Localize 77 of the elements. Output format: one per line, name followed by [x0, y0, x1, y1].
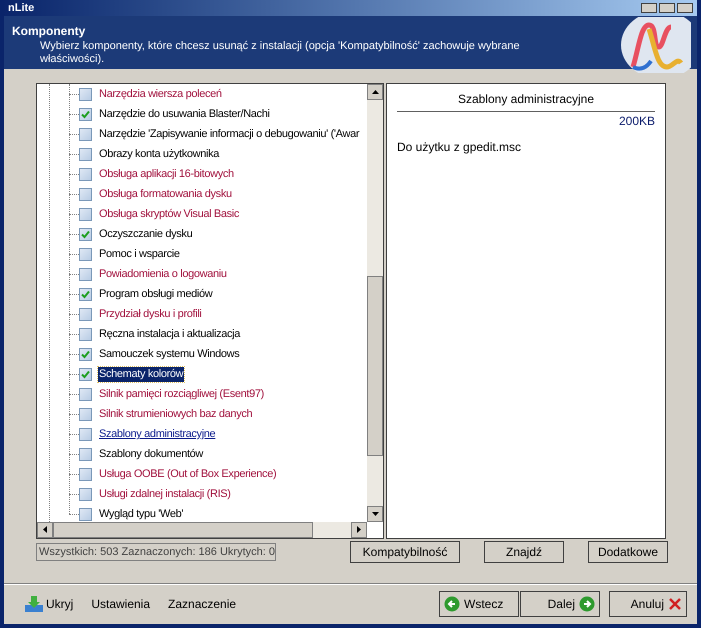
up-triangle-icon: [372, 90, 378, 94]
scroll-right-button[interactable]: [351, 522, 367, 538]
checkbox[interactable]: [79, 388, 92, 402]
nav-button[interactable]: Dalej: [520, 591, 600, 618]
status-text: Wszystkich: 503 Zaznaczonych: 186 Ukrytych: 0: [36, 542, 276, 561]
panel-button[interactable]: Kompatybilność: [350, 540, 460, 563]
tree-item[interactable]: Narzędzie do usuwania Blaster/Nachi: [98, 107, 271, 122]
checkbox[interactable]: [79, 508, 92, 522]
tree-item[interactable]: Samouczek systemu Windows: [98, 347, 240, 362]
checkbox[interactable]: [79, 108, 92, 122]
checkbox[interactable]: [79, 368, 92, 382]
close-button[interactable]: [677, 2, 693, 13]
tree-item[interactable]: Obsługa formatowania dysku: [98, 187, 233, 202]
tree-item[interactable]: Obsługa aplikacji 16-bitowych: [98, 167, 235, 182]
window-title: nLite: [8, 0, 34, 15]
description-text: Do użytku z gpedit.msc: [397, 138, 522, 156]
checkbox[interactable]: [79, 88, 92, 102]
tree-item[interactable]: Wygląd typu 'Web': [98, 507, 184, 522]
details-title: Szablony administracyjne: [397, 90, 655, 112]
checkbox[interactable]: [79, 248, 92, 262]
scroll-left-button[interactable]: [37, 522, 53, 538]
tree-item[interactable]: Oczyszczanie dysku: [98, 227, 194, 242]
size-label: 200KB: [618, 112, 655, 130]
maximize-button[interactable]: [659, 2, 675, 13]
checkbox[interactable]: [79, 148, 92, 162]
tree-item[interactable]: Powiadomienia o logowaniu: [98, 267, 228, 282]
tree-item[interactable]: Program obsługi mediów: [98, 287, 214, 302]
checkbox[interactable]: [79, 408, 92, 422]
tree-item[interactable]: Obsługa skryptów Visual Basic: [98, 207, 240, 222]
checkbox[interactable]: [79, 128, 92, 142]
nav-button[interactable]: Wstecz: [439, 591, 519, 618]
tree-item[interactable]: Obrazy konta użytkownika: [98, 147, 220, 162]
right-triangle-icon: [357, 526, 361, 534]
header-title: Komponenty: [12, 22, 86, 40]
checkbox[interactable]: [79, 448, 92, 462]
footer-link[interactable]: Ukryj: [24, 595, 74, 614]
checkbox[interactable]: [79, 328, 92, 342]
tree-item[interactable]: Narzędzia wiersza poleceń: [98, 87, 223, 102]
checkbox[interactable]: [79, 228, 92, 242]
tree-item[interactable]: Silnik pamięci rozciągliwej (Esent97): [98, 387, 265, 402]
checkbox[interactable]: [79, 468, 92, 482]
footer-link[interactable]: Zaznaczenie: [168, 595, 236, 614]
footer-link[interactable]: Ustawienia: [91, 595, 150, 614]
checkbox[interactable]: [79, 288, 92, 302]
panel-button[interactable]: Dodatkowe: [588, 540, 668, 563]
checkbox[interactable]: [79, 488, 92, 502]
panel-button[interactable]: Znajdź: [484, 540, 564, 563]
scroll-up-button[interactable]: [367, 84, 383, 100]
checkbox[interactable]: [79, 348, 92, 362]
checkbox[interactable]: [79, 188, 92, 202]
tree-item[interactable]: Pomoc i wsparcie: [98, 247, 181, 262]
left-triangle-icon: [43, 526, 47, 534]
minimize-button[interactable]: [641, 2, 657, 13]
tree-item[interactable]: Przydział dysku i profili: [98, 307, 203, 322]
download-icon: [24, 595, 44, 614]
close-icon: [668, 597, 682, 612]
scroll-thumb[interactable]: [367, 276, 383, 456]
tree-item[interactable]: Szablony administracyjne: [98, 427, 216, 442]
checkbox[interactable]: [79, 308, 92, 322]
scroll-thumb[interactable]: [53, 522, 313, 538]
tree-item[interactable]: Szablony dokumentów: [98, 447, 204, 462]
nav-button[interactable]: Anuluj: [609, 591, 687, 618]
tree-item[interactable]: Ręczna instalacja i aktualizacja: [98, 327, 242, 342]
checkbox[interactable]: [79, 168, 92, 182]
tree-item[interactable]: Usługa OOBE (Out of Box Experience): [98, 467, 278, 482]
down-triangle-icon: [372, 512, 378, 516]
tree-item[interactable]: Usługi zdalnej instalacji (RIS): [98, 487, 232, 502]
checkbox[interactable]: [79, 268, 92, 282]
tree-item[interactable]: Schematy kolorów: [98, 367, 184, 382]
scroll-down-button[interactable]: [367, 506, 383, 522]
tree-item[interactable]: Silnik strumieniowych baz danych: [98, 407, 254, 422]
checkbox[interactable]: [79, 428, 92, 442]
tree-item[interactable]: Narzędzie 'Zapisywanie informacji o debugowaniu' ('Awar: [98, 127, 360, 142]
vertical-scrollbar[interactable]: [367, 84, 383, 522]
horizontal-scrollbar[interactable]: [37, 522, 367, 538]
checkbox[interactable]: [79, 208, 92, 222]
header-subtitle: Wybierz komponenty, które chcesz usunąć z instalacji (opcja 'Kompatybilność' zachowuje wybrane właściwości).: [39, 40, 521, 66]
